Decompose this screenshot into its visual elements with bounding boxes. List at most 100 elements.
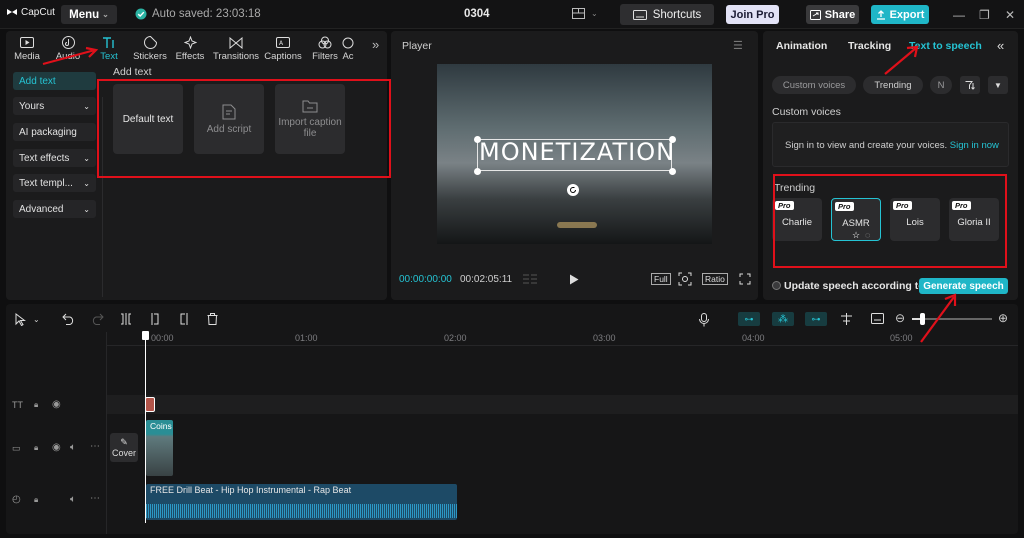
eye-icon[interactable]: ◉	[52, 442, 61, 453]
rotate-icon[interactable]	[567, 184, 579, 196]
tab-animation[interactable]: Animation	[776, 40, 827, 52]
update-speech-label: Update speech according to	[784, 280, 925, 292]
menu-button[interactable]: Menu ⌄	[61, 5, 117, 24]
more-icon[interactable]: ⋯	[90, 493, 100, 504]
cover-button[interactable]: ✎ Cover	[110, 433, 138, 462]
more-icon[interactable]: ⋯	[90, 441, 100, 452]
capcut-logo-icon	[7, 9, 17, 15]
chip-custom-voices[interactable]: Custom voices	[772, 76, 856, 94]
sidebar-item-text-templates[interactable]: Text templ... ⌄	[13, 174, 96, 192]
signin-text: Sign in to view and create your voices.	[785, 140, 948, 151]
share-button[interactable]: Share	[806, 5, 859, 24]
custom-voices-heading: Custom voices	[772, 106, 841, 118]
select-cursor-icon[interactable]	[15, 313, 27, 326]
autosave-status: Auto saved: 23:03:18	[135, 8, 261, 20]
update-speech-checkbox[interactable]	[772, 281, 781, 290]
eye-icon[interactable]: ◉	[52, 399, 61, 410]
share-icon	[809, 9, 821, 20]
link-icon[interactable]: ⁂	[772, 312, 794, 326]
text-clip[interactable]	[145, 397, 155, 412]
video-clip[interactable]: Coins	[146, 420, 173, 476]
more-tabs-icon[interactable]: »	[372, 37, 379, 52]
export-button[interactable]: Export	[871, 5, 929, 24]
add-text-heading: Add text	[113, 66, 152, 78]
tab-adjustment[interactable]: Ac	[333, 35, 363, 62]
playhead[interactable]	[145, 333, 146, 523]
sidebar-item-advanced[interactable]: Advanced ⌄	[13, 200, 96, 218]
overlay-text[interactable]: MONETIZATION	[479, 138, 674, 166]
zoom-in-icon[interactable]: ⊕	[998, 311, 1008, 325]
resize-handle[interactable]	[474, 168, 481, 175]
audio-track-icon: ◴	[12, 494, 21, 505]
text-track-icon: TT	[12, 400, 23, 410]
export-label: Export	[889, 8, 925, 21]
minimize-icon[interactable]: —	[953, 8, 965, 22]
play-icon[interactable]	[569, 274, 579, 285]
undo-icon[interactable]	[62, 313, 75, 325]
duration: 00:02:05:11	[460, 274, 513, 285]
chip-more[interactable]: N	[930, 76, 952, 94]
lock-icon[interactable]: 🔒︎	[34, 443, 38, 453]
magnet-icon[interactable]: ⊶	[738, 312, 760, 326]
split-icon[interactable]	[120, 313, 132, 325]
highlight-box	[773, 174, 1007, 268]
layout-icon	[572, 8, 585, 19]
zoom-out-icon[interactable]: ⊖	[895, 311, 905, 325]
fullscreen-icon[interactable]	[739, 273, 751, 285]
trash-icon[interactable]	[207, 313, 218, 325]
filter-button[interactable]	[960, 76, 980, 94]
layout-switch[interactable]: ⌄	[572, 8, 598, 19]
join-pro-button[interactable]: Join Pro	[726, 5, 779, 24]
coins-image	[557, 222, 597, 228]
chip-trending[interactable]: Trending	[863, 76, 923, 94]
tab-effects[interactable]: Effects	[168, 35, 212, 62]
sidebar-item-yours[interactable]: Yours ⌄	[13, 97, 96, 115]
ratio-button[interactable]: Ratio	[702, 273, 728, 285]
tab-captions[interactable]: A Captions	[261, 35, 305, 62]
signin-link[interactable]: Sign in now	[950, 140, 999, 151]
adjust-icon	[342, 35, 354, 50]
audio-clip[interactable]: FREE Drill Beat - Hip Hop Instrumental -…	[146, 484, 457, 520]
lock-icon[interactable]: 🔒︎	[34, 400, 38, 410]
sidebar-item-text-effects[interactable]: Text effects ⌄	[13, 149, 96, 167]
audio-waveform	[146, 504, 457, 518]
lock-icon[interactable]: 🔒︎	[34, 495, 38, 505]
delete-right-icon[interactable]	[178, 313, 190, 325]
resize-handle[interactable]	[669, 168, 676, 175]
align-icon[interactable]	[840, 313, 853, 325]
close-icon[interactable]: ✕	[1005, 8, 1015, 22]
tab-transitions[interactable]: Transitions	[213, 35, 259, 62]
chevron-down-icon[interactable]: ⌄	[33, 315, 40, 324]
speaker-icon[interactable]: 🔈︎	[70, 494, 76, 505]
time-ruler[interactable]	[107, 332, 1018, 346]
caption-icon[interactable]	[871, 313, 884, 324]
hamburger-icon[interactable]: ☰	[733, 39, 743, 52]
delete-left-icon[interactable]	[149, 313, 161, 325]
waveform-toggle-icon[interactable]	[522, 273, 538, 285]
playhead-handle[interactable]	[142, 331, 149, 340]
shortcuts-button[interactable]: Shortcuts	[620, 4, 714, 25]
tab-stickers[interactable]: Stickers	[128, 35, 172, 62]
video-preview[interactable]: MONETIZATION	[437, 64, 712, 244]
resize-handle[interactable]	[669, 136, 676, 143]
speaker-icon[interactable]: 🔈︎	[70, 442, 76, 453]
timeline-panel: ⌄ ⊶ ⁂ ⊶ ⊖ ⊕ 00:00 01:00 02:00 03:00 04:0…	[6, 304, 1018, 534]
sidebar-item-ai-packaging[interactable]: AI packaging	[13, 123, 96, 141]
ruler-label: 01:00	[295, 333, 318, 343]
restore-icon[interactable]: ❐	[979, 8, 990, 22]
crop-icon[interactable]	[678, 272, 692, 286]
resize-handle[interactable]	[474, 136, 481, 143]
chevron-down-icon: ⌄	[102, 10, 109, 19]
player-title: Player	[402, 40, 432, 52]
highlight-box	[97, 79, 391, 178]
microphone-icon[interactable]	[699, 313, 709, 327]
full-button[interactable]: Full	[651, 273, 671, 285]
collapse-icon[interactable]: «	[997, 38, 1004, 53]
redo-icon[interactable]	[91, 313, 104, 325]
project-title: 0304	[464, 8, 490, 20]
sticker-icon	[143, 35, 157, 50]
annotation-arrow	[920, 293, 957, 343]
preview-axis-icon[interactable]: ⊶	[805, 312, 827, 326]
sidebar-item-add-text[interactable]: Add text	[13, 72, 96, 90]
chevron-down-icon[interactable]: ▼	[988, 76, 1008, 94]
